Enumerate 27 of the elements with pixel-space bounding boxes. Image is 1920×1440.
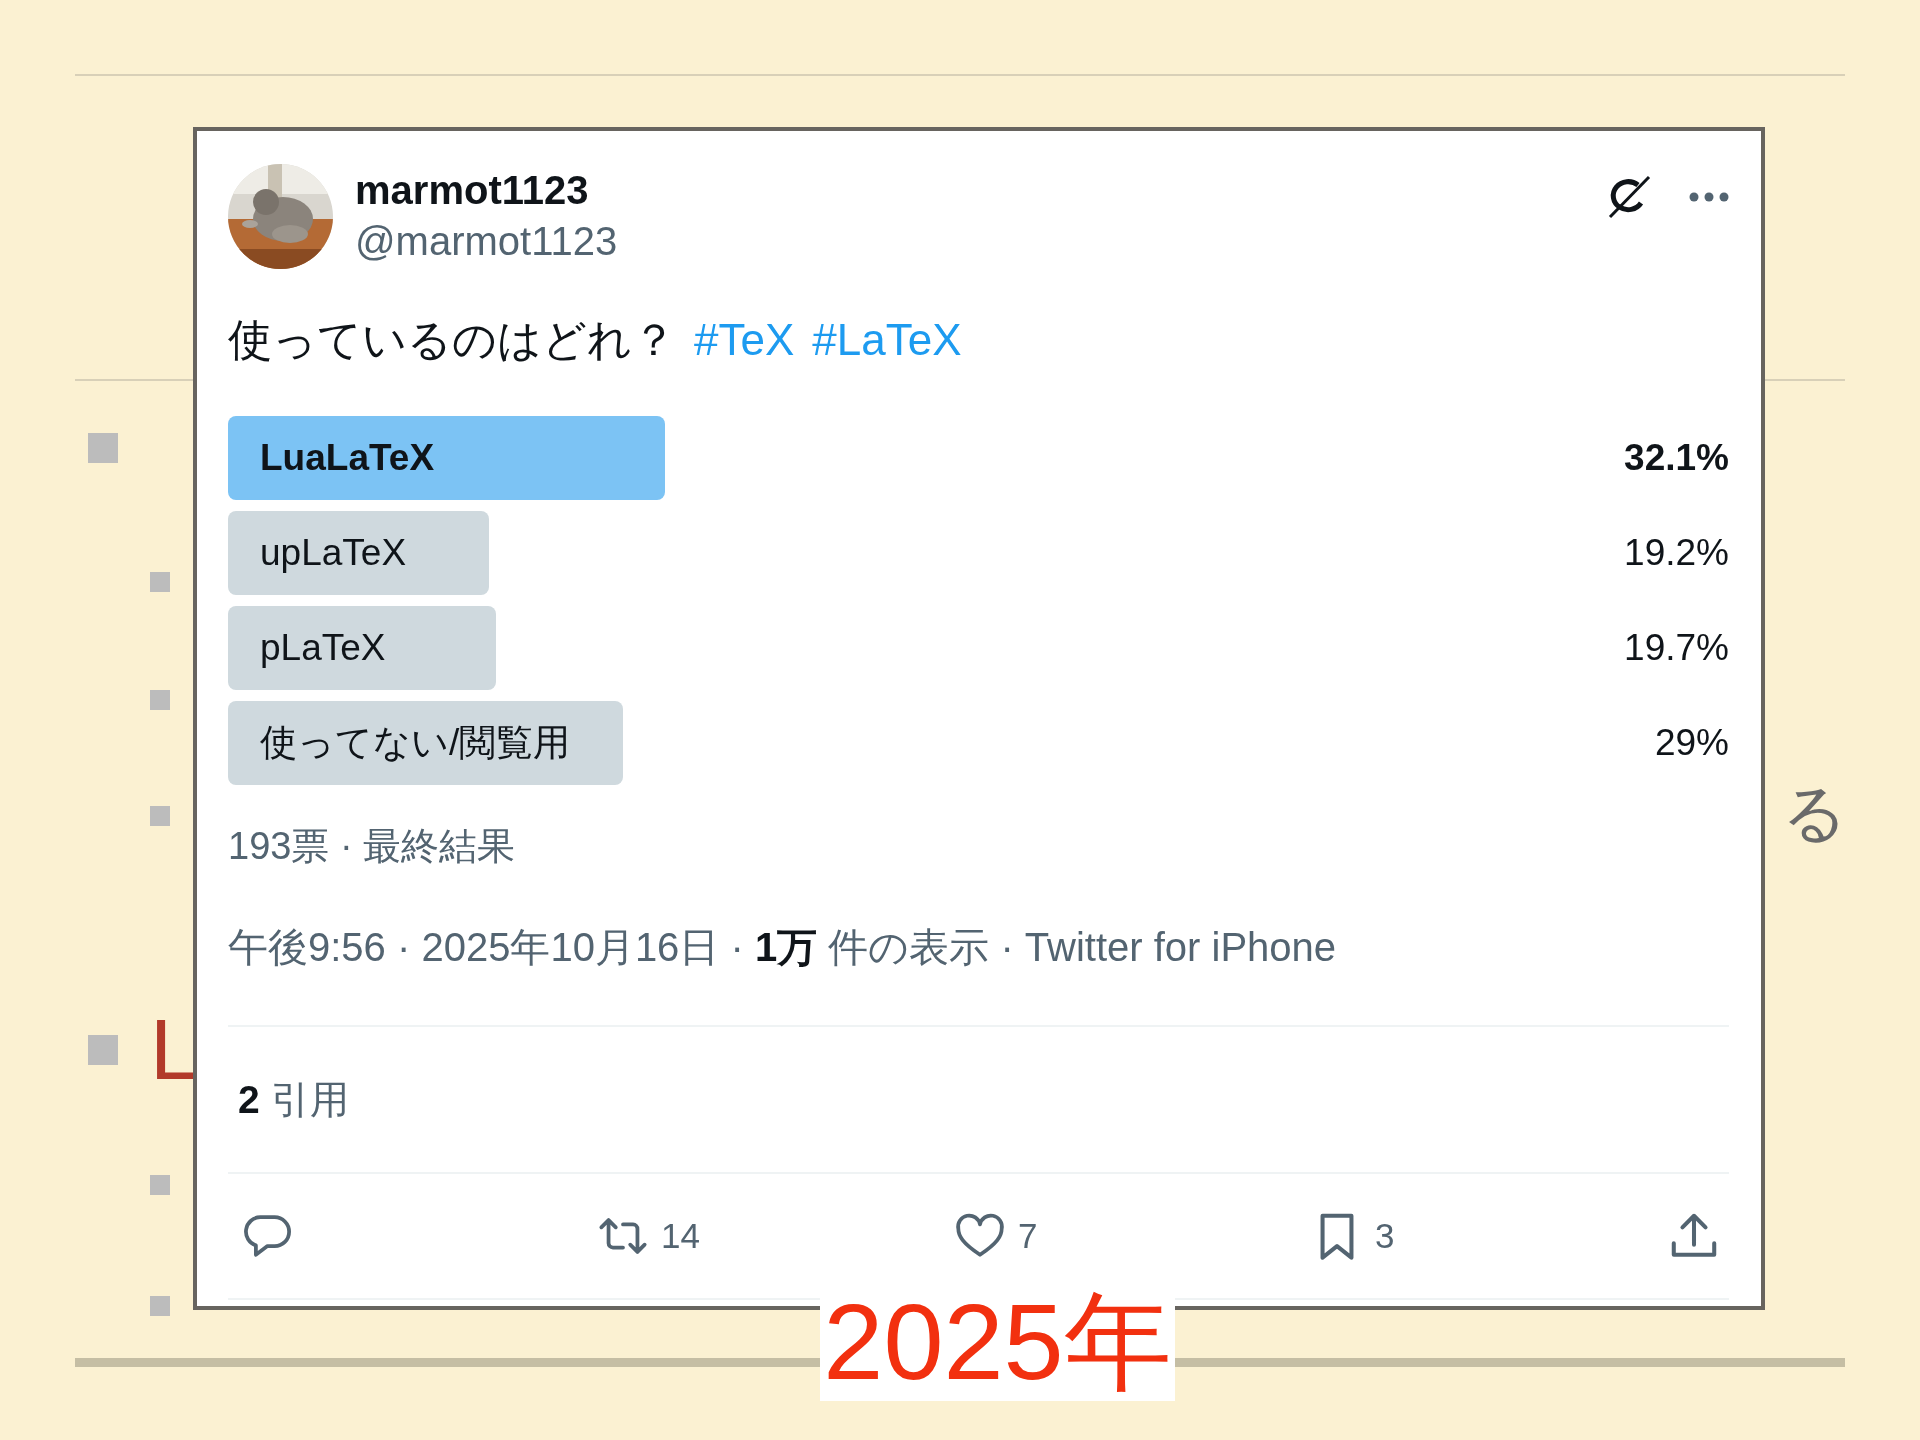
poll-summary: 193票 · 最終結果	[228, 824, 517, 869]
tweet-meta: 午後9:56 · 2025年10月16日 · 1万 件の表示 · Twitter for iPhone	[228, 924, 1338, 971]
more-icon[interactable]	[1689, 191, 1729, 203]
poll-option-label: pLaTeX	[260, 626, 386, 670]
author-handle[interactable]: @marmot1123	[355, 219, 1583, 264]
bullet-mark	[150, 806, 170, 826]
poll-percentage: 32.1%	[1623, 437, 1729, 479]
slide-heading: L	[150, 1000, 198, 1099]
bullet-mark	[88, 433, 118, 463]
quote-count-link[interactable]: 2 引用	[228, 1027, 1729, 1172]
poll-option-label: LuaLaTeX	[260, 436, 435, 480]
bullet-mark	[150, 572, 170, 592]
slide-text: る	[1782, 776, 1848, 851]
bullet-mark	[150, 690, 170, 710]
action-count: 14	[661, 1216, 700, 1256]
bullet-mark	[150, 1175, 170, 1195]
poll-percentage: 29%	[1653, 722, 1729, 764]
poll-option-label: 使ってない/閲覧用	[260, 721, 571, 765]
action-count: 7	[1018, 1216, 1038, 1256]
poll-option-label: upLaTeX	[260, 531, 407, 575]
action-count: 3	[1375, 1216, 1395, 1256]
tweet-text: 使っているのはどれ？	[228, 314, 676, 366]
bullet-mark	[150, 1296, 170, 1316]
poll-percentage: 19.2%	[1623, 532, 1729, 574]
poll-percentage: 19.7%	[1623, 627, 1729, 669]
author-name[interactable]: marmot1123	[355, 168, 1583, 213]
bullet-mark	[88, 1035, 118, 1065]
